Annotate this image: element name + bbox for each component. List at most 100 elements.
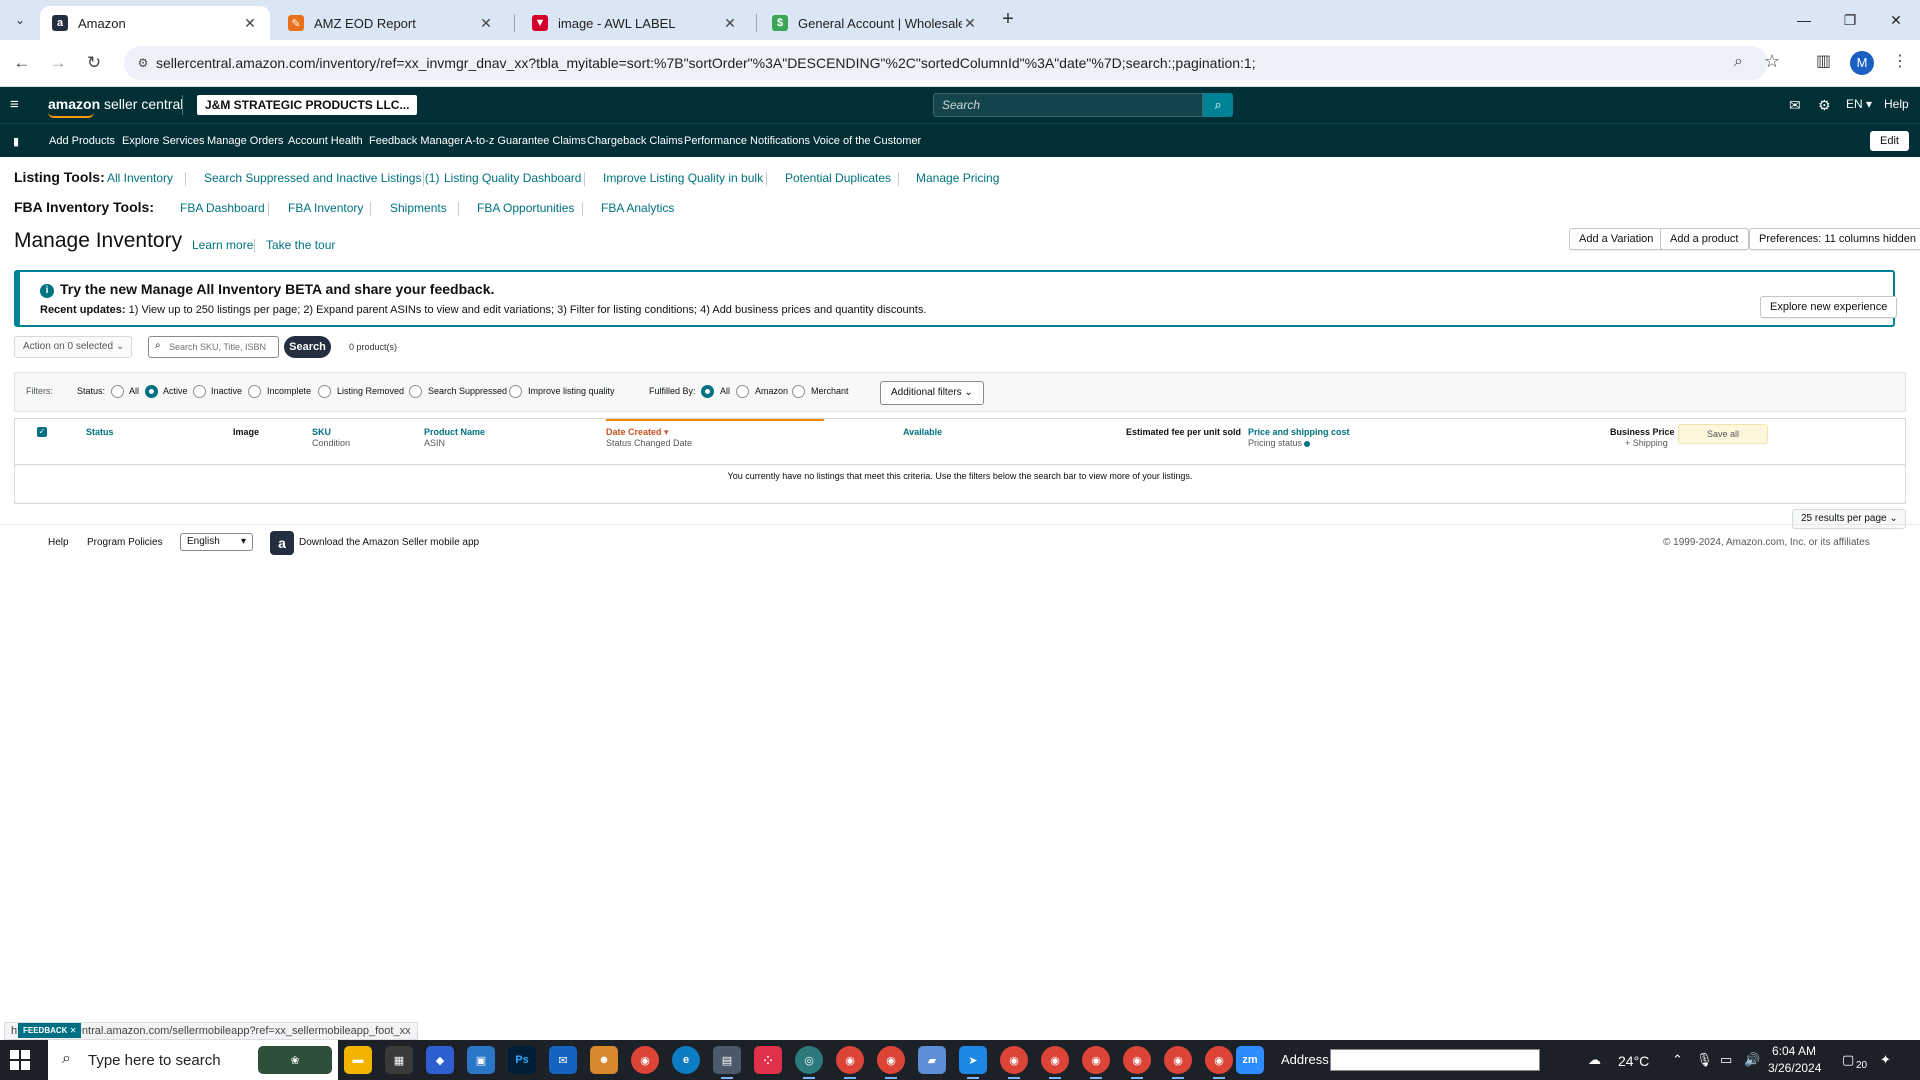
microsoft-store-icon[interactable]: ▦ [385, 1046, 413, 1074]
chrome-profile-icon[interactable]: ◉ [1123, 1046, 1151, 1079]
results-per-page-dropdown[interactable]: 25 results per page ⌄ [1792, 509, 1906, 529]
link-fba-analytics[interactable]: FBA Analytics [601, 201, 674, 215]
fulfilled-amazon-label[interactable]: Amazon [755, 386, 788, 396]
bookmark-star-icon[interactable]: ☆ [1764, 51, 1780, 72]
restore-window-icon[interactable]: ❐ [1834, 8, 1866, 32]
status-incomplete-label[interactable]: Incomplete [267, 386, 311, 396]
close-tab-icon[interactable]: ✕ [722, 15, 738, 32]
seller-central-logo[interactable]: amazon seller central [48, 96, 183, 118]
add-product-button[interactable]: Add a product [1660, 228, 1749, 250]
link-fba-opportunities[interactable]: FBA Opportunities [477, 201, 574, 215]
fulfilled-all-radio[interactable] [701, 385, 714, 398]
chrome-profile-icon[interactable]: ◉ [1041, 1046, 1069, 1079]
link-shipments[interactable]: Shipments [390, 201, 447, 215]
edit-nav-button[interactable]: Edit [1870, 131, 1909, 151]
status-listing-removed-radio[interactable] [318, 385, 331, 398]
preferences-button[interactable]: Preferences: 11 columns hidden [1749, 228, 1920, 250]
chrome-profile-icon[interactable]: ◉ [1000, 1046, 1028, 1079]
fulfilled-merchant-label[interactable]: Merchant [811, 386, 849, 396]
column-status[interactable]: Status [86, 427, 114, 437]
nav-voice-of-customer[interactable]: Voice of the Customer [813, 135, 921, 147]
learn-more-link[interactable]: Learn more [192, 238, 253, 252]
global-search-button[interactable]: ⌕ [1203, 93, 1233, 117]
download-app-link[interactable]: Download the Amazon Seller mobile app [299, 537, 479, 548]
link-all-inventory[interactable]: All Inventory [107, 171, 173, 185]
nav-a-to-z-claims[interactable]: A-to-z Guarantee Claims [465, 135, 586, 147]
edge-icon[interactable]: e [672, 1046, 700, 1074]
info-dot-icon[interactable] [1304, 440, 1311, 447]
side-panel-icon[interactable]: ▥ [1816, 51, 1831, 71]
fulfilled-all-label[interactable]: All [720, 386, 730, 396]
clock-date[interactable]: 3/26/2024 [1768, 1061, 1821, 1075]
mail-app-icon[interactable]: ✉ [549, 1046, 577, 1074]
bookmark-icon[interactable]: ▮ [13, 135, 19, 148]
column-available[interactable]: Available [903, 427, 942, 437]
close-tab-icon[interactable]: ✕ [962, 15, 978, 32]
save-all-button[interactable]: Save all [1678, 424, 1768, 444]
notification-center-icon[interactable]: ▢ [1842, 1052, 1854, 1068]
column-price-shipping[interactable]: Price and shipping cost [1248, 427, 1350, 437]
volume-icon[interactable]: 🔊 [1744, 1052, 1760, 1068]
link-improve-quality-bulk[interactable]: Improve Listing Quality in bulk [603, 171, 763, 185]
status-all-radio[interactable] [111, 385, 124, 398]
mail-icon[interactable]: ✉ [1789, 97, 1801, 113]
file-explorer-icon[interactable]: ▬ [344, 1046, 372, 1074]
take-tour-link[interactable]: Take the tour [266, 238, 335, 252]
status-inactive-label[interactable]: Inactive [211, 386, 242, 396]
fulfilled-merchant-radio[interactable] [792, 385, 805, 398]
back-arrow-icon[interactable]: ← [10, 51, 34, 75]
app-face-icon[interactable]: ☻ [590, 1046, 618, 1074]
chrome-menu-kebab-icon[interactable]: ⋮ [1892, 51, 1908, 71]
hamburger-menu-icon[interactable]: ≡ [10, 97, 26, 113]
status-all-label[interactable]: All [129, 386, 139, 396]
browser-tab-awl-label[interactable]: ▼ image - AWL LABEL ✕ [520, 6, 750, 40]
chrome-icon[interactable]: ◉ [631, 1046, 659, 1074]
footer-help-link[interactable]: Help [48, 537, 69, 548]
additional-filters-dropdown[interactable]: Additional filters ⌄ [880, 381, 984, 405]
status-active-label[interactable]: Active [163, 386, 188, 396]
photoshop-icon[interactable]: Ps [508, 1046, 536, 1074]
clock-time[interactable]: 6:04 AM [1772, 1044, 1816, 1058]
chrome-profile-icon[interactable]: ◉ [836, 1046, 864, 1079]
close-tab-icon[interactable]: ✕ [242, 15, 258, 32]
link-fba-dashboard[interactable]: FBA Dashboard [180, 201, 265, 215]
nav-explore-services[interactable]: Explore Services [122, 135, 205, 147]
app-window-icon[interactable]: ▣ [467, 1046, 495, 1074]
chrome-profile-icon[interactable]: ◉ [1164, 1046, 1192, 1079]
zoom-app-icon[interactable]: zm [1236, 1046, 1264, 1074]
chrome-profile-icon[interactable]: ◉ [877, 1046, 905, 1079]
app-grid-icon[interactable]: ⁘ [754, 1046, 782, 1074]
global-search-input[interactable] [934, 94, 1202, 116]
browser-tab-amazon[interactable]: a Amazon ✕ [40, 6, 270, 40]
microphone-icon[interactable]: 🎙 [1696, 1052, 1713, 1068]
nav-feedback-manager[interactable]: Feedback Manager [369, 135, 464, 147]
calculator-icon[interactable]: ▤ [713, 1046, 741, 1079]
status-listing-removed-label[interactable]: Listing Removed [337, 386, 404, 396]
sku-search-input[interactable] [169, 339, 275, 355]
status-search-suppressed-radio[interactable] [409, 385, 422, 398]
close-icon[interactable]: ✕ [70, 1026, 77, 1035]
new-tab-plus-icon[interactable]: + [996, 8, 1020, 32]
chrome-profile-icon[interactable]: ◉ [1082, 1046, 1110, 1079]
copilot-icon[interactable]: ✦ [1880, 1052, 1891, 1068]
link-suppressed-listings[interactable]: Search Suppressed and Inactive Listings … [204, 171, 439, 185]
link-manage-pricing[interactable]: Manage Pricing [916, 171, 999, 185]
footer-program-policies-link[interactable]: Program Policies [87, 537, 163, 548]
tab-search-chevron-icon[interactable]: ⌄ [8, 8, 32, 32]
nav-add-products[interactable]: Add Products [49, 135, 115, 147]
minimize-window-icon[interactable]: — [1788, 8, 1820, 32]
link-fba-inventory[interactable]: FBA Inventory [288, 201, 363, 215]
status-improve-quality-label[interactable]: Improve listing quality [528, 386, 615, 396]
feedback-tab[interactable]: FEEDBACK ✕ [18, 1023, 82, 1038]
chrome-profile-icon[interactable]: ◉ [1205, 1046, 1233, 1079]
close-tab-icon[interactable]: ✕ [478, 15, 494, 32]
network-icon[interactable]: ▭ [1720, 1052, 1732, 1068]
nav-account-health[interactable]: Account Health [288, 135, 363, 147]
link-potential-duplicates[interactable]: Potential Duplicates [785, 171, 891, 185]
app-telegram-icon[interactable]: ➤ [959, 1046, 987, 1079]
footer-language-select[interactable]: English ▾ [180, 533, 253, 551]
windows-start-icon[interactable] [10, 1050, 30, 1070]
sku-search-button[interactable]: Search [284, 336, 331, 358]
gear-icon[interactable]: ⚙ [1818, 97, 1831, 113]
app-globe-icon[interactable]: ◎ [795, 1046, 823, 1079]
